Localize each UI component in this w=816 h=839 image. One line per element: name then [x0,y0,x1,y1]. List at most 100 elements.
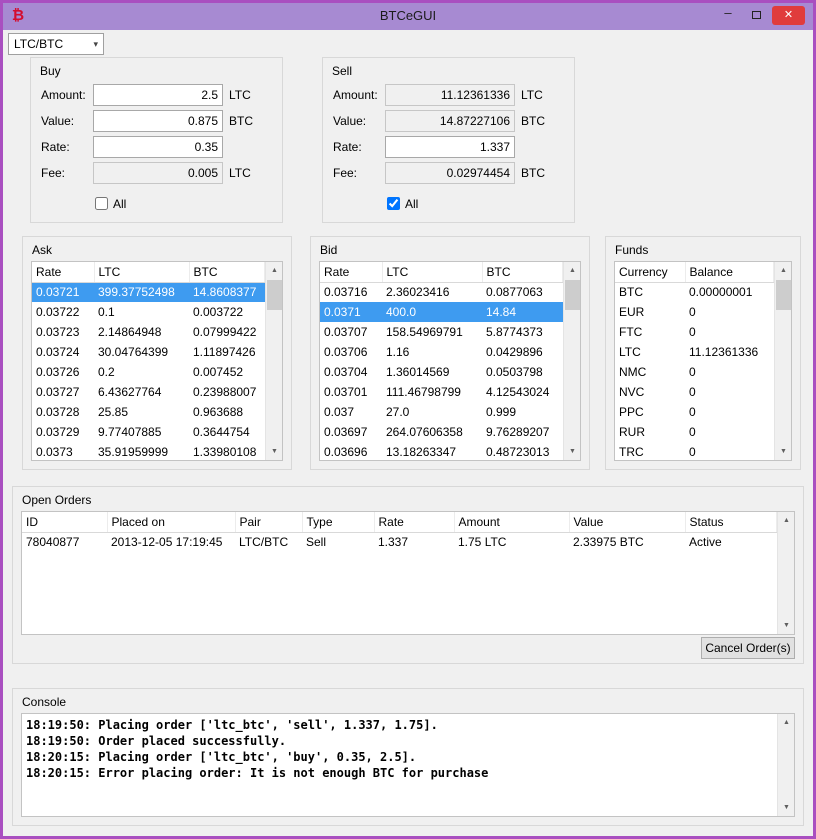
ask-column-btc[interactable]: BTC [189,262,265,282]
orders-column-status[interactable]: Status [685,512,777,532]
console-text[interactable]: 18:19:50: Placing order ['ltc_btc', 'sel… [22,714,777,816]
orders-column-id[interactable]: ID [22,512,107,532]
buy-panel: Buy Amount: LTC Value: BTC Rate: Fee: LT… [30,57,283,223]
table-row[interactable]: 0.037220.10.003722 [32,302,265,322]
table-row[interactable]: 0.03727.00.999 [320,402,563,422]
orders-column-rate[interactable]: Rate [374,512,454,532]
funds-column-balance[interactable]: Balance [685,262,774,282]
buy-all-checkbox[interactable] [95,197,108,210]
scroll-up-icon[interactable]: ▲ [775,262,792,279]
table-row[interactable]: TRC0 [615,442,774,462]
table-row[interactable]: 0.037162.360234160.0877063 [320,282,563,302]
table-row[interactable]: RUR0 [615,422,774,442]
table-cell: LTC [615,342,685,362]
orders-column-type[interactable]: Type [302,512,374,532]
scrollbar-thumb[interactable] [267,280,282,310]
scrollbar-thumb[interactable] [565,280,580,310]
bid-table: Rate LTC BTC 0.037162.360234160.08770630… [319,261,581,461]
table-row[interactable]: 0.03701111.467987994.12543024 [320,382,563,402]
scroll-up-icon[interactable]: ▲ [778,512,795,529]
sell-rate-label: Rate: [333,140,362,154]
table-row[interactable]: 0.037299.774078850.3644754 [32,422,265,442]
buy-fee-label: Fee: [41,166,65,180]
buy-value-input[interactable] [93,110,223,132]
table-row[interactable]: 0.037335.919599991.33980108 [32,442,265,462]
table-row[interactable]: 0.0369613.182633470.48723013 [320,442,563,462]
table-row[interactable]: 0.037041.360145690.0503798 [320,362,563,382]
close-button[interactable]: ✕ [772,6,805,25]
table-row[interactable]: EUR0 [615,302,774,322]
window-title: BTCeGUI [3,8,813,23]
console-scrollbar[interactable]: ▲ ▼ [777,714,794,816]
table-row[interactable]: 0.0371400.014.84 [320,302,563,322]
funds-scrollbar[interactable]: ▲ ▼ [774,262,791,460]
table-row[interactable]: 0.0372430.047643991.11897426 [32,342,265,362]
table-row[interactable]: 0.037260.20.007452 [32,362,265,382]
table-row[interactable]: FTC0 [615,322,774,342]
buy-value-unit: BTC [229,114,253,128]
bid-scrollbar[interactable]: ▲ ▼ [563,262,580,460]
table-cell: 0.03729 [32,422,94,442]
scroll-up-icon[interactable]: ▲ [778,714,795,731]
table-row[interactable]: 0.03707158.549697915.8774373 [320,322,563,342]
table-row[interactable]: 0.03721399.3775249814.8608377 [32,282,265,302]
sell-all-checkbox[interactable] [387,197,400,210]
scroll-up-icon[interactable]: ▲ [564,262,581,279]
table-cell: NMC [615,362,685,382]
bid-column-btc[interactable]: BTC [482,262,563,282]
buy-title: Buy [40,64,61,78]
scroll-down-icon[interactable]: ▼ [564,443,581,460]
scroll-down-icon[interactable]: ▼ [266,443,283,460]
funds-title: Funds [615,243,648,257]
sell-rate-input[interactable] [385,136,515,158]
scroll-down-icon[interactable]: ▼ [775,443,792,460]
table-row[interactable]: 0.037061.160.0429896 [320,342,563,362]
maximize-button[interactable] [743,5,769,25]
table-row[interactable]: NVC0 [615,382,774,402]
table-cell: 0.1 [94,302,189,322]
scroll-up-icon[interactable]: ▲ [266,262,283,279]
table-cell: 0 [685,322,774,342]
table-row[interactable]: BTC0.00000001 [615,282,774,302]
orders-column-pair[interactable]: Pair [235,512,302,532]
titlebar[interactable]: ₿ BTCeGUI – ✕ [3,3,813,30]
table-row[interactable]: 0.03697264.076063589.76289207 [320,422,563,442]
orders-column-placed-on[interactable]: Placed on [107,512,235,532]
scroll-down-icon[interactable]: ▼ [778,799,795,816]
bid-column-rate[interactable]: Rate [320,262,382,282]
ask-column-ltc[interactable]: LTC [94,262,189,282]
orders-scrollbar[interactable]: ▲ ▼ [777,512,794,634]
buy-amount-input[interactable] [93,84,223,106]
table-row[interactable]: 0.0372825.850.963688 [32,402,265,422]
table-cell: 0.03716 [320,282,382,302]
table-cell: 27.0 [382,402,482,422]
minimize-button[interactable]: – [715,5,741,25]
ask-column-rate[interactable]: Rate [32,262,94,282]
table-cell: 0.03704 [320,362,382,382]
table-cell: 0.963688 [189,402,265,422]
table-row[interactable]: LTC11.12361336 [615,342,774,362]
funds-panel: Funds Currency Balance BTC0.00000001EUR0… [605,236,801,470]
orders-column-amount[interactable]: Amount [454,512,569,532]
bid-column-ltc[interactable]: LTC [382,262,482,282]
table-row[interactable]: NMC0 [615,362,774,382]
ask-scrollbar[interactable]: ▲ ▼ [265,262,282,460]
buy-rate-input[interactable] [93,136,223,158]
table-cell: 0 [685,382,774,402]
table-cell: 0.007452 [189,362,265,382]
table-row[interactable]: PPC0 [615,402,774,422]
table-row[interactable]: 0.037276.436277640.23988007 [32,382,265,402]
table-row[interactable]: 0.037232.148649480.07999422 [32,322,265,342]
scrollbar-thumb[interactable] [776,280,791,310]
sell-amount-field [385,84,515,106]
orders-column-value[interactable]: Value [569,512,685,532]
table-cell: 0.0373 [32,442,94,462]
sell-value-field [385,110,515,132]
funds-column-currency[interactable]: Currency [615,262,685,282]
table-cell: LTC/BTC [235,532,302,552]
pair-selector[interactable]: LTC/BTC ▾ [8,33,104,55]
cancel-orders-button[interactable]: Cancel Order(s) [701,637,795,659]
table-row[interactable]: 780408772013-12-05 17:19:45LTC/BTCSell1.… [22,532,777,552]
console-line: 18:19:50: Placing order ['ltc_btc', 'sel… [26,717,777,733]
scroll-down-icon[interactable]: ▼ [778,617,795,634]
